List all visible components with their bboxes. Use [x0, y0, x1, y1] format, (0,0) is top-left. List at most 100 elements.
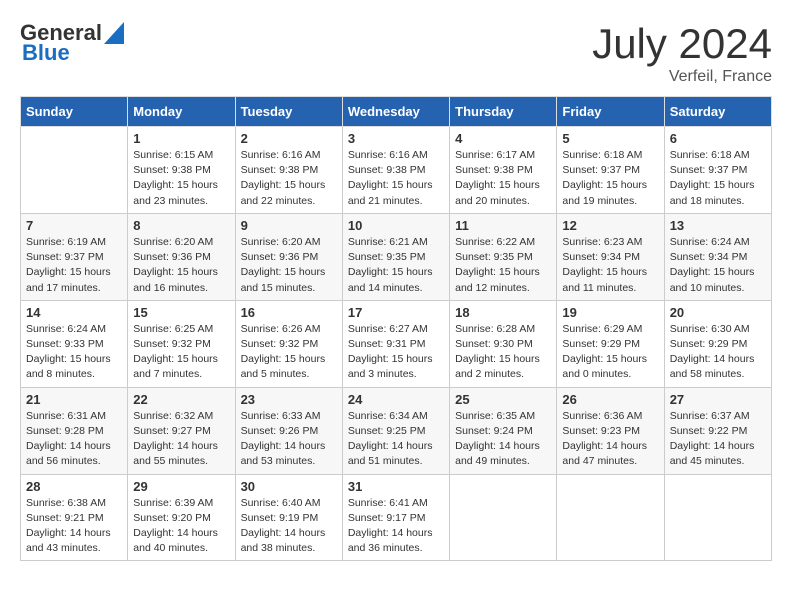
sunset-text: Sunset: 9:19 PM — [241, 512, 319, 524]
daylight-text: Daylight: 15 hours and 18 minutes. — [670, 179, 755, 206]
sunset-text: Sunset: 9:37 PM — [670, 164, 748, 176]
calendar-cell: 7Sunrise: 6:19 AMSunset: 9:37 PMDaylight… — [21, 213, 128, 300]
cell-content: Sunrise: 6:32 AMSunset: 9:27 PMDaylight:… — [133, 409, 229, 470]
sunset-text: Sunset: 9:38 PM — [133, 164, 211, 176]
day-number: 23 — [241, 392, 337, 407]
day-number: 13 — [670, 218, 766, 233]
calendar-table: SundayMondayTuesdayWednesdayThursdayFrid… — [20, 96, 772, 561]
calendar-cell: 1Sunrise: 6:15 AMSunset: 9:38 PMDaylight… — [128, 127, 235, 214]
cell-content: Sunrise: 6:35 AMSunset: 9:24 PMDaylight:… — [455, 409, 551, 470]
sunrise-text: Sunrise: 6:25 AM — [133, 323, 213, 335]
sunrise-text: Sunrise: 6:41 AM — [348, 497, 428, 509]
calendar-cell: 14Sunrise: 6:24 AMSunset: 9:33 PMDayligh… — [21, 300, 128, 387]
calendar-cell — [557, 474, 664, 561]
daylight-text: Daylight: 15 hours and 20 minutes. — [455, 179, 540, 206]
daylight-text: Daylight: 14 hours and 43 minutes. — [26, 527, 111, 554]
sunset-text: Sunset: 9:21 PM — [26, 512, 104, 524]
cell-content: Sunrise: 6:29 AMSunset: 9:29 PMDaylight:… — [562, 322, 658, 383]
sunset-text: Sunset: 9:34 PM — [670, 251, 748, 263]
day-number: 22 — [133, 392, 229, 407]
day-number: 29 — [133, 479, 229, 494]
daylight-text: Daylight: 14 hours and 58 minutes. — [670, 353, 755, 380]
calendar-cell: 6Sunrise: 6:18 AMSunset: 9:37 PMDaylight… — [664, 127, 771, 214]
calendar-cell: 2Sunrise: 6:16 AMSunset: 9:38 PMDaylight… — [235, 127, 342, 214]
page-header: General Blue July 2024 Verfeil, France — [20, 20, 772, 86]
logo-triangle-icon — [104, 22, 124, 44]
cell-content: Sunrise: 6:18 AMSunset: 9:37 PMDaylight:… — [670, 148, 766, 209]
daylight-text: Daylight: 14 hours and 49 minutes. — [455, 440, 540, 467]
cell-content: Sunrise: 6:25 AM Sunset: 9:32 PM Daylight:… — [133, 322, 229, 383]
sunset-text: Sunset: 9:32 PM — [133, 338, 211, 350]
sunset-text: Sunset: 9:36 PM — [133, 251, 211, 263]
day-number: 18 — [455, 305, 551, 320]
sunrise-text: Sunrise: 6:40 AM — [241, 497, 321, 509]
daylight-text: Daylight: 15 hours and 5 minutes. — [241, 353, 326, 380]
calendar-cell: 18 Sunrise: 6:28 AMSunset: 9:30 PMDayligh… — [450, 300, 557, 387]
calendar-cell: 12Sunrise: 6:23 AMSunset: 9:34 PMDayligh… — [557, 213, 664, 300]
sunset-text: Sunset: 9:22 PM — [670, 425, 748, 437]
cell-content: Sunrise: 6:15 AMSunset: 9:38 PMDaylight:… — [133, 148, 229, 209]
daylight-text: Daylight: 15 hours and 19 minutes. — [562, 179, 647, 206]
cell-content: Sunrise: 6:19 AM Sunset: 9:37 PM Daylight:… — [26, 235, 122, 296]
sunrise-text: Sunrise: 6:20 AM — [241, 236, 321, 248]
daylight-text: Daylight: 15 hours and 7 minutes. — [133, 353, 218, 380]
sunset-text: Sunset: 9:38 PM — [241, 164, 319, 176]
daylight-text: Daylight: 14 hours and 38 minutes. — [241, 527, 326, 554]
sunrise-text: Sunrise: 6:34 AM — [348, 410, 428, 422]
daylight-text: Daylight: 14 hours and 47 minutes. — [562, 440, 647, 467]
daylight-text: Daylight: 14 hours and 53 minutes. — [241, 440, 326, 467]
cell-content: Sunrise: 6:31 AMSunset: 9:28 PMDaylight:… — [26, 409, 122, 470]
calendar-header-row: SundayMondayTuesdayWednesdayThursdayFrid… — [21, 97, 772, 127]
day-number: 19 — [562, 305, 658, 320]
daylight-text: Daylight: 14 hours and 56 minutes. — [26, 440, 111, 467]
sunset-text: Sunset: 9:35 PM — [348, 251, 426, 263]
cell-content: Sunrise: 6:21 AMSunset: 9:35 PMDaylight:… — [348, 235, 444, 296]
sunrise-text: Sunrise: 6:19 AM — [26, 236, 106, 248]
column-header-tuesday: Tuesday — [235, 97, 342, 127]
cell-content: Sunrise: 6:24 AMSunset: 9:34 PMDaylight:… — [670, 235, 766, 296]
day-number: 16 — [241, 305, 337, 320]
calendar-cell: 31Sunrise: 6:41 AMSunset: 9:17 PMDayligh… — [342, 474, 449, 561]
calendar-cell: 15 Sunrise: 6:25 AM Sunset: 9:32 PM Dayligh… — [128, 300, 235, 387]
daylight-text: Daylight: 14 hours and 40 minutes. — [133, 527, 218, 554]
sunset-text: Sunset: 9:33 PM — [26, 338, 104, 350]
day-number: 20 — [670, 305, 766, 320]
daylight-text: Daylight: 15 hours and 12 minutes. — [455, 266, 540, 293]
calendar-cell: 16Sunrise: 6:26 AMSunset: 9:32 PMDayligh… — [235, 300, 342, 387]
calendar-cell: 5Sunrise: 6:18 AMSunset: 9:37 PMDaylight… — [557, 127, 664, 214]
calendar-cell: 10 Sunrise: 6:21 AMSunset: 9:35 PMDayligh… — [342, 213, 449, 300]
calendar-cell: 25 Sunrise: 6:35 AMSunset: 9:24 PMDayligh… — [450, 387, 557, 474]
day-number: 11 — [455, 218, 551, 233]
sunrise-text: Sunrise: 6:37 AM — [670, 410, 750, 422]
cell-content: Sunrise: 6:20 AMSunset: 9:36 PMDaylight:… — [133, 235, 229, 296]
sunrise-text: Sunrise: 6:36 AM — [562, 410, 642, 422]
daylight-text: Daylight: 15 hours and 17 minutes. — [26, 266, 111, 293]
calendar-cell: 8Sunrise: 6:20 AMSunset: 9:36 PMDaylight… — [128, 213, 235, 300]
sunrise-text: Sunrise: 6:39 AM — [133, 497, 213, 509]
cell-content: Sunrise: 6:23 AMSunset: 9:34 PMDaylight:… — [562, 235, 658, 296]
daylight-text: Daylight: 14 hours and 51 minutes. — [348, 440, 433, 467]
day-number: 21 — [26, 392, 122, 407]
cell-content: Sunrise: 6:16 AMSunset: 9:38 PMDaylight:… — [241, 148, 337, 209]
calendar-cell: 20Sunrise: 6:30 AMSunset: 9:29 PMDayligh… — [664, 300, 771, 387]
sunrise-text: Sunrise: 6:20 AM — [133, 236, 213, 248]
sunset-text: Sunset: 9:26 PM — [241, 425, 319, 437]
day-number: 15 — [133, 305, 229, 320]
column-header-thursday: Thursday — [450, 97, 557, 127]
sunset-text: Sunset: 9:38 PM — [455, 164, 533, 176]
sunrise-text: Sunrise: 6:31 AM — [26, 410, 106, 422]
day-number: 25 — [455, 392, 551, 407]
sunrise-text: Sunrise: 6:22 AM — [455, 236, 535, 248]
sunset-text: Sunset: 9:29 PM — [670, 338, 748, 350]
cell-content: Sunrise: 6:28 AMSunset: 9:30 PMDaylight:… — [455, 322, 551, 383]
day-number: 10 — [348, 218, 444, 233]
daylight-text: Daylight: 15 hours and 10 minutes. — [670, 266, 755, 293]
day-number: 5 — [562, 131, 658, 146]
daylight-text: Daylight: 15 hours and 21 minutes. — [348, 179, 433, 206]
day-number: 9 — [241, 218, 337, 233]
cell-content: Sunrise: 6:38 AM Sunset: 9:21 PM Daylight:… — [26, 496, 122, 557]
sunset-text: Sunset: 9:36 PM — [241, 251, 319, 263]
sunrise-text: Sunrise: 6:38 AM — [26, 497, 106, 509]
day-number: 31 — [348, 479, 444, 494]
sunset-text: Sunset: 9:37 PM — [26, 251, 104, 263]
